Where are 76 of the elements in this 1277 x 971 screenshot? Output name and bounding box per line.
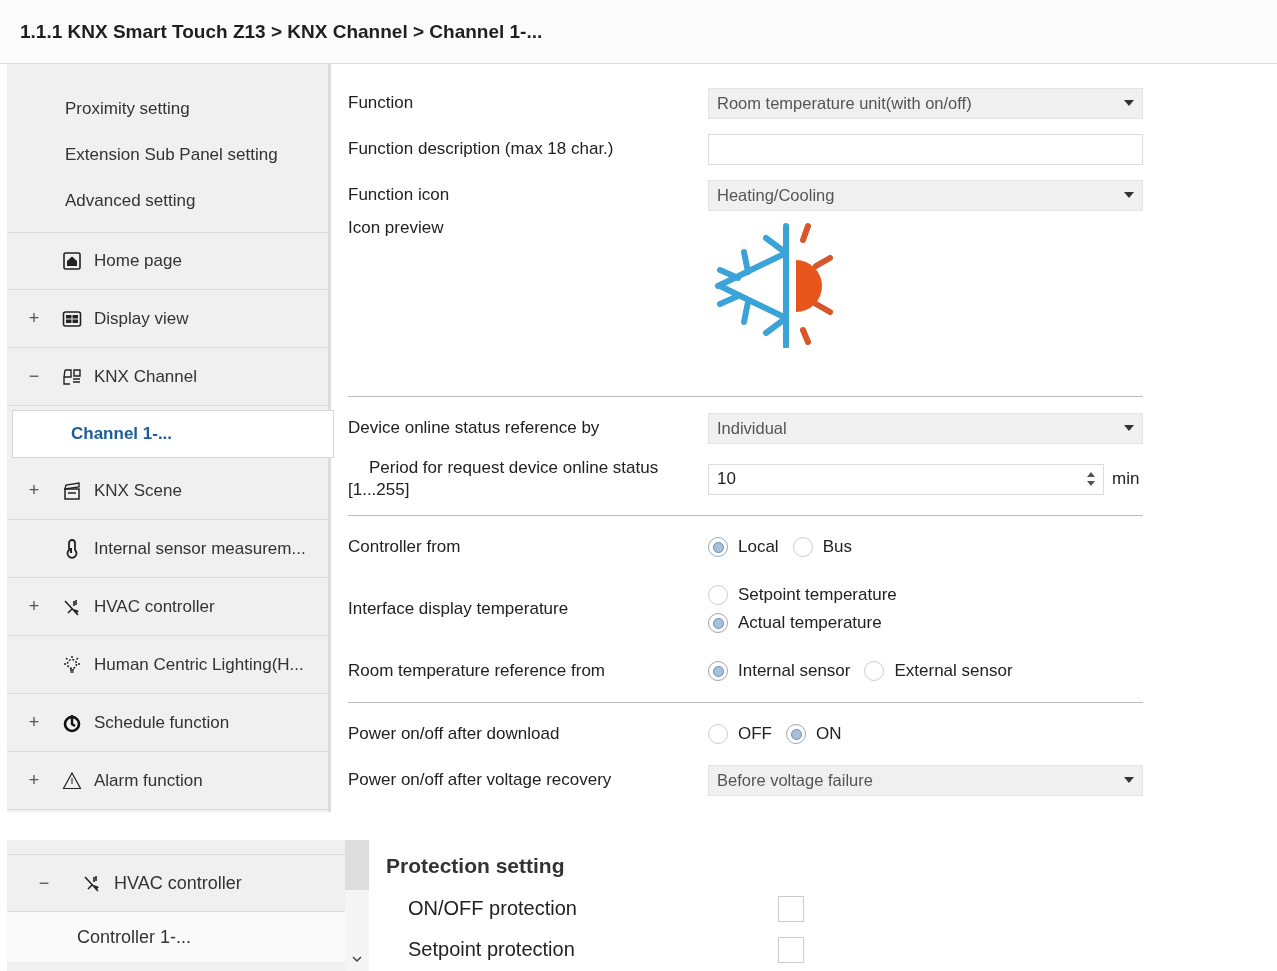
radio-option[interactable]: Setpoint temperature: [708, 585, 897, 605]
sidebar-item[interactable]: Internal sensor measurem...: [7, 520, 328, 578]
menu-item-icon: [62, 366, 82, 387]
checkbox[interactable]: [778, 895, 804, 922]
radio-button[interactable]: [786, 724, 806, 744]
parameter-label: Function: [348, 93, 415, 113]
expand-toggle[interactable]: +: [7, 308, 54, 329]
parameter-label: Function icon: [348, 185, 451, 205]
expand-toggle[interactable]: +: [7, 770, 54, 791]
radio-button[interactable]: [864, 661, 885, 681]
sidebar-item[interactable]: Home page: [7, 232, 328, 290]
menu-item-icon: [82, 873, 102, 893]
checkbox[interactable]: [778, 936, 804, 963]
input-field[interactable]: [708, 133, 1143, 165]
expand-toggle[interactable]: +: [7, 480, 54, 501]
menu-item-icon: [62, 251, 82, 271]
radio-button[interactable]: [708, 724, 728, 744]
checkbox-label: ON/OFF protection: [408, 897, 578, 920]
spin-arrows-icon[interactable]: [1087, 471, 1095, 487]
dropdown[interactable]: Room temperature unit(with on/off): [708, 87, 1143, 119]
section-title: Protection setting: [386, 854, 566, 878]
checkbox-label: Setpoint protection: [408, 938, 576, 961]
expand-toggle[interactable]: −: [7, 366, 54, 387]
parameter-label: Period for request device online status [1...255]: [348, 457, 660, 501]
parameter-label: Function description (max 18 char.): [348, 139, 615, 159]
sidebar-item[interactable]: Human Centric Lighting(H...: [7, 636, 328, 694]
chevron-down-icon[interactable]: [352, 955, 362, 963]
radio-button[interactable]: [792, 537, 813, 557]
menu-item-icon: [62, 654, 82, 675]
scrollbar[interactable]: [345, 840, 369, 971]
parameter-label: Device online status reference by: [348, 418, 601, 438]
menu-item-icon: [62, 712, 82, 733]
radio-button[interactable]: [708, 585, 728, 605]
radio-button[interactable]: [708, 661, 728, 681]
expand-toggle[interactable]: +: [7, 712, 54, 733]
sidebar-item[interactable]: + Display view: [7, 290, 328, 348]
menu-item-icon: [62, 770, 82, 791]
sidebar-item[interactable]: Channel 1-...: [12, 410, 334, 458]
parameter-label: Controller from: [348, 537, 462, 557]
sidebar-item[interactable]: + Schedule function: [7, 694, 328, 752]
breadcrumb: 1.1.1 KNX Smart Touch Z13 > KNX Channel > Channel 1-...: [0, 0, 1277, 64]
dropdown-caret-icon: [1124, 192, 1134, 198]
expand-toggle[interactable]: +: [7, 596, 54, 617]
menu-item-icon: [62, 308, 82, 329]
parameter-label: Interface display temperature: [348, 599, 570, 619]
parameter-label: Room temperature reference from: [348, 661, 606, 681]
radio-option[interactable]: ON: [786, 724, 842, 744]
sidebar-item[interactable]: + Alarm function: [7, 752, 328, 810]
menu-item-icon: [62, 480, 82, 501]
sidebar-item[interactable]: + KNX Scene: [7, 462, 328, 520]
radio-option[interactable]: Internal sensor: [708, 661, 851, 681]
radio-option[interactable]: Bus: [792, 537, 852, 557]
dropdown[interactable]: Heating/Cooling: [708, 179, 1143, 211]
dropdown-caret-icon: [1124, 425, 1134, 431]
dropdown[interactable]: Individual: [708, 412, 1143, 444]
sidebar-item[interactable]: Advanced setting: [7, 178, 328, 224]
radio-option[interactable]: Local: [708, 537, 779, 557]
parameter-label: Power on/off after download: [348, 724, 561, 744]
sidebar-item[interactable]: − KNX Channel: [7, 348, 328, 406]
radio-option[interactable]: Actual temperature: [708, 613, 897, 633]
radio-option[interactable]: OFF: [708, 724, 772, 744]
sidebar-item[interactable]: + HVAC controller: [7, 578, 328, 636]
dropdown-caret-icon: [1124, 100, 1134, 106]
sidebar-item[interactable]: Proximity setting: [7, 86, 328, 132]
dropdown-caret-icon: [1124, 777, 1134, 783]
radio-button[interactable]: [708, 613, 728, 633]
parameter-label: Icon preview: [348, 218, 445, 238]
parameter-label: Power on/off after voltage recovery: [348, 770, 613, 790]
radio-option[interactable]: External sensor: [864, 661, 1013, 681]
sidebar-item[interactable]: Controller 1-...: [7, 912, 345, 962]
expand-toggle[interactable]: −: [7, 872, 74, 894]
sidebar-item[interactable]: Extension Sub Panel setting: [7, 132, 328, 178]
number-field[interactable]: 10: [708, 463, 1104, 495]
unit-label: min: [1112, 469, 1140, 489]
radio-button[interactable]: [708, 537, 728, 557]
dropdown[interactable]: Before voltage failure: [708, 764, 1143, 796]
